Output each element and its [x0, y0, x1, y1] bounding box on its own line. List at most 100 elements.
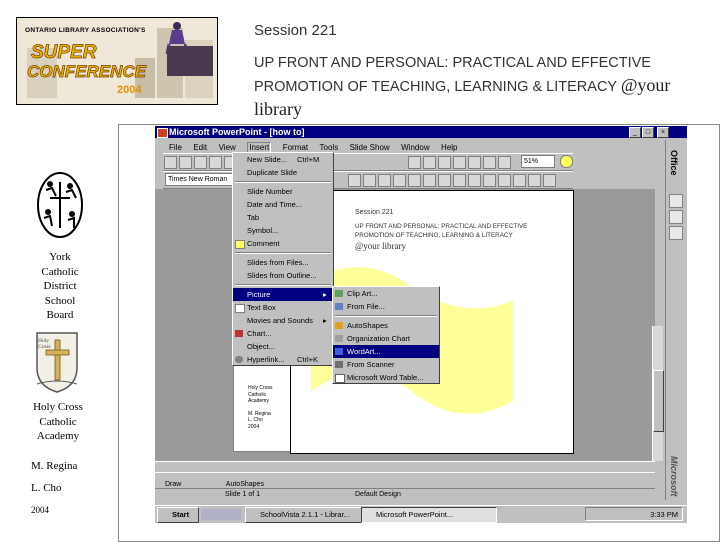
slide-line-2: PROMOTION OF TEACHING, LEARNING & LITERA… [355, 232, 513, 239]
submenu-item-from-file[interactable]: From File... [333, 300, 439, 313]
menu-item-tab[interactable]: Tab [233, 211, 333, 224]
menu-item-slides-from-outline[interactable]: Slides from Outline... [233, 269, 333, 282]
submenu-item-org-chart[interactable]: Organization Chart [333, 332, 439, 345]
table-icon[interactable] [407, 156, 421, 169]
board-name: York Catholic District School Board [20, 250, 100, 323]
new-icon[interactable] [164, 156, 177, 169]
holy-cross-crest: Holy Cross [34, 330, 80, 394]
word-table-icon [335, 374, 345, 383]
submenu-item-clip-art[interactable]: Clip Art... [333, 287, 439, 300]
menu-item-movies-sounds[interactable]: Movies and Sounds ▸ [233, 314, 333, 327]
submenu-item-word-table[interactable]: Microsoft Word Table... [333, 371, 439, 384]
menu-item-text-box[interactable]: Text Box [233, 301, 333, 314]
label: AutoShapes [347, 321, 388, 330]
print-icon[interactable] [209, 156, 222, 169]
submenu-item-wordart[interactable]: WordArt... [333, 345, 439, 358]
promote-icon[interactable] [513, 174, 527, 187]
task-schoolvista[interactable]: SchoolVista 2.1.1 - Librar... [245, 507, 371, 523]
menu-view[interactable]: View [219, 143, 236, 152]
menu-item-picture[interactable]: Picture ▸ [233, 288, 333, 301]
author-2: L. Cho [31, 482, 62, 494]
design-icon[interactable] [497, 156, 511, 169]
chart-icon[interactable] [422, 156, 436, 169]
menu-slide-show[interactable]: Slide Show [350, 143, 390, 152]
insert-menu: New Slide... Ctrl+M Duplicate Slide Slide… [232, 152, 334, 366]
scroll-thumb[interactable] [653, 370, 664, 432]
help-icon[interactable] [560, 155, 573, 168]
close-button[interactable]: × [657, 127, 669, 138]
menu-item-chart[interactable]: Chart... [233, 327, 333, 340]
logo-association-text: ONTARIO LIBRARY ASSOCIATION'S [25, 27, 146, 34]
menu-item-slides-from-files[interactable]: Slides from Files... [233, 256, 333, 269]
font-size-up-icon[interactable] [483, 174, 497, 187]
shortcut-text: Ctrl+K [297, 355, 319, 364]
font-name-value: Times New Roman [168, 176, 228, 183]
demote-icon[interactable] [528, 174, 542, 187]
shortcut-icon[interactable] [669, 210, 683, 224]
shadow-icon[interactable] [393, 174, 407, 187]
menu-item-symbol[interactable]: Symbol... [233, 224, 333, 237]
task-powerpoint[interactable]: Microsoft PowerPoint... [361, 507, 497, 523]
headline-line-2: PROMOTION OF TEACHING, LEARNING & LITERA… [254, 74, 719, 98]
label: Tab [247, 213, 260, 222]
submenu-item-autoshapes[interactable]: AutoShapes [333, 319, 439, 332]
vertical-scrollbar[interactable] [652, 326, 664, 461]
ppt-app-icon[interactable] [157, 128, 168, 138]
animation-icon[interactable] [543, 174, 557, 187]
menu-item-object[interactable]: Object... [233, 340, 333, 353]
menu-item-date-time[interactable]: Date and Time... [233, 198, 333, 211]
autoshapes-icon [335, 322, 343, 329]
menu-help[interactable]: Help [441, 143, 457, 152]
clipart-icon[interactable] [437, 156, 451, 169]
scanner-icon [335, 361, 343, 368]
slide-line-3: @your library [355, 241, 407, 251]
ppt-title-bar[interactable]: Microsoft PowerPoint - [how to] [155, 126, 687, 138]
menu-file[interactable]: File [169, 143, 182, 152]
draw-menu[interactable]: Draw [165, 481, 181, 488]
align-center-icon[interactable] [423, 174, 437, 187]
grayscale-icon[interactable] [482, 156, 496, 169]
autoshapes-menu[interactable]: AutoShapes [226, 481, 264, 488]
menu-item-new-slide[interactable]: New Slide... Ctrl+M [233, 153, 333, 166]
menu-item-duplicate-slide[interactable]: Duplicate Slide [233, 166, 333, 179]
new-slide-icon[interactable] [452, 156, 466, 169]
font-size-down-icon[interactable] [498, 174, 512, 187]
shortcut-icon[interactable] [669, 194, 683, 208]
menu-edit[interactable]: Edit [193, 143, 207, 152]
submenu-arrow-icon: ▸ [323, 316, 327, 325]
quicklaunch-icons[interactable] [201, 509, 241, 520]
headline-at-your: @your [620, 75, 671, 95]
font-name-select[interactable]: Times New Roman [165, 173, 235, 186]
menu-item-hyperlink[interactable]: Hyperlink... Ctrl+K [233, 353, 333, 366]
underline-icon[interactable] [378, 174, 392, 187]
align-left-icon[interactable] [408, 174, 422, 187]
ppt-menu-bar: File Edit View Insert Format Tools Slide… [169, 140, 609, 153]
bullets-icon[interactable] [468, 174, 482, 187]
start-button[interactable]: Start [157, 507, 199, 523]
italic-icon[interactable] [363, 174, 377, 187]
board-line: Catholic [41, 265, 79, 278]
menu-separator [235, 252, 331, 254]
menu-item-comment[interactable]: Comment [233, 237, 333, 250]
board-line: District [43, 280, 77, 292]
save-icon[interactable] [194, 156, 207, 169]
submenu-item-from-scanner[interactable]: From Scanner [333, 358, 439, 371]
status-bar: Slide 1 of 1 Default Design [155, 488, 655, 501]
chart-icon [235, 330, 243, 337]
layout-icon[interactable] [467, 156, 481, 169]
maximize-button[interactable]: □ [642, 127, 654, 138]
minimize-button[interactable]: _ [629, 127, 641, 138]
zoom-value: 51% [524, 158, 539, 165]
shortcut-icon[interactable] [669, 226, 683, 240]
open-icon[interactable] [179, 156, 192, 169]
menu-format[interactable]: Format [283, 143, 308, 152]
menu-window[interactable]: Window [401, 143, 429, 152]
super-conference-logo: ONTARIO LIBRARY ASSOCIATION'S SUPER CONF… [16, 17, 218, 105]
menu-tools[interactable]: Tools [320, 143, 339, 152]
bold-icon[interactable] [348, 174, 362, 187]
comment-icon [235, 240, 245, 249]
zoom-select[interactable]: 51% [521, 155, 555, 168]
align-right-icon[interactable] [438, 174, 452, 187]
menu-item-slide-number[interactable]: Slide Number [233, 185, 333, 198]
numbering-icon[interactable] [453, 174, 467, 187]
